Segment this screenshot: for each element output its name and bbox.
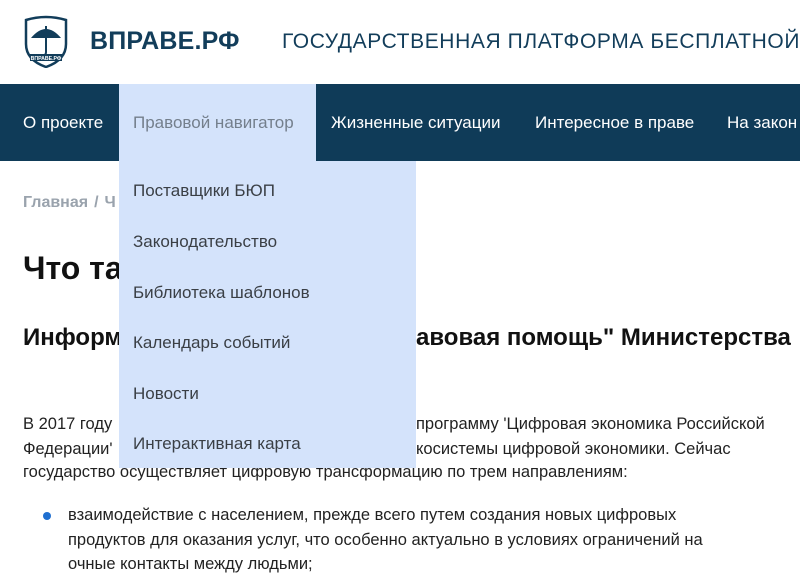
nav-item-legal-navigator[interactable]: Правовой навигатор xyxy=(119,84,316,161)
dropdown-item-news[interactable]: Новости xyxy=(133,384,199,404)
bullet-dot-icon xyxy=(43,512,51,520)
bullet-item-line-2: продуктов для оказания услуг, что особен… xyxy=(68,531,703,549)
section-heading-right: авовая помощь" Министерства xyxy=(416,324,791,351)
dropdown-item-template-library[interactable]: Библиотека шаблонов xyxy=(133,283,310,303)
section-heading-left: Информ xyxy=(23,324,123,351)
paragraph-line-1-left: В 2017 году xyxy=(23,415,113,433)
bullet-item-line-1: взаимодействие с населением, прежде всег… xyxy=(68,506,677,524)
breadcrumb: Главная / Ч xyxy=(23,194,116,212)
site-header: ВПРАВЕ.РФ ВПРАВЕ.РФ ГОСУДАРСТВЕННАЯ ПЛАТ… xyxy=(0,0,800,84)
dropdown-item-providers[interactable]: Поставщики БЮП xyxy=(133,181,275,201)
page-title: Что та xyxy=(23,250,123,286)
dropdown-item-interactive-map[interactable]: Интерактивная карта xyxy=(133,434,301,454)
umbrella-shield-icon: ВПРАВЕ.РФ xyxy=(24,15,68,69)
logo-text: ВПРАВЕ.РФ xyxy=(31,56,62,62)
nav-item-on-law[interactable]: На закон xyxy=(727,84,797,161)
nav-item-about[interactable]: О проекте xyxy=(23,84,103,161)
site-logo[interactable]: ВПРАВЕ.РФ xyxy=(22,14,70,69)
bullet-item-line-3: очные контакты между людьми; xyxy=(68,555,313,573)
nav-item-life-situations[interactable]: Жизненные ситуации xyxy=(331,84,500,161)
main-navigation: О проекте Правовой навигатор Жизненные с… xyxy=(0,84,800,161)
breadcrumb-separator: / xyxy=(94,194,99,211)
dropdown-item-legislation[interactable]: Законодательство xyxy=(133,232,277,252)
breadcrumb-current: Ч xyxy=(104,194,116,211)
nav-item-interesting-in-law[interactable]: Интересное в праве xyxy=(535,84,694,161)
paragraph-line-2-right: косистемы цифровой экономики. Сейчас xyxy=(416,440,731,458)
legal-navigator-dropdown: Поставщики БЮП Законодательство Библиоте… xyxy=(119,161,416,468)
breadcrumb-home[interactable]: Главная xyxy=(23,194,88,211)
paragraph-line-1-right: программу 'Цифровая экономика Российской xyxy=(416,415,765,433)
paragraph-line-2-left: Федерации' xyxy=(23,440,113,458)
brand-name[interactable]: ВПРАВЕ.РФ xyxy=(90,27,240,56)
dropdown-item-events-calendar[interactable]: Календарь событий xyxy=(133,333,290,353)
site-tagline: ГОСУДАРСТВЕННАЯ ПЛАТФОРМА БЕСПЛАТНОЙ Ю xyxy=(282,30,800,53)
